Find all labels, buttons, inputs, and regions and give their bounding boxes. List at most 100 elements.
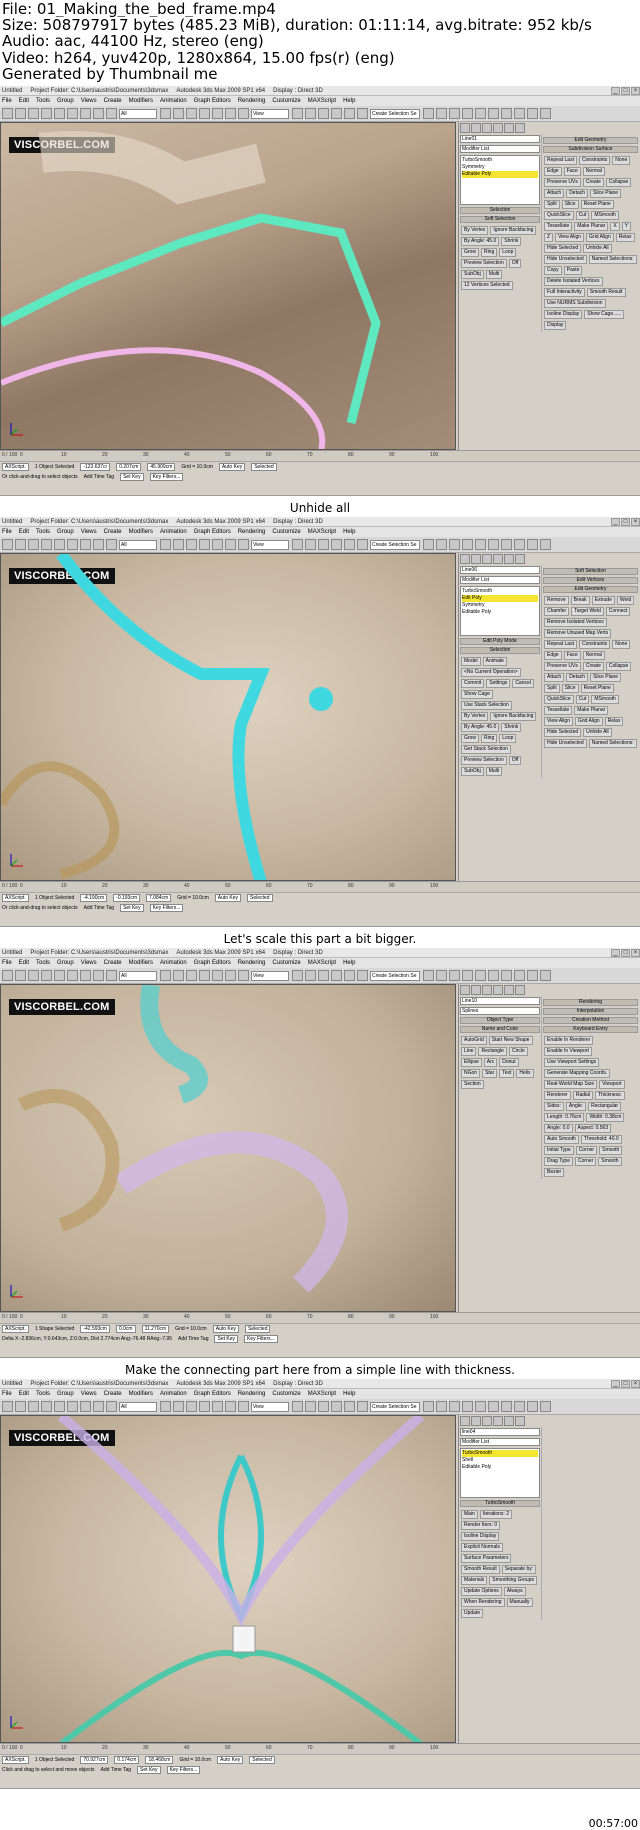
panel-control[interactable]: Ignore Backfacing xyxy=(490,226,537,235)
menu-item[interactable]: MAXScript xyxy=(308,96,336,106)
panel-control[interactable]: Reset Plane xyxy=(580,684,614,693)
panel-control[interactable]: Make Planar xyxy=(574,222,609,231)
toolbar-button-icon[interactable] xyxy=(54,1401,65,1412)
toolbar-button-icon[interactable] xyxy=(501,539,512,550)
panel-control[interactable]: Collapse xyxy=(605,178,632,187)
panel-control[interactable]: Create xyxy=(582,178,604,187)
panel-control[interactable]: Slice Plane xyxy=(590,673,622,682)
toolbar-button-icon[interactable] xyxy=(527,970,538,981)
key-filters-button[interactable]: Key Filters... xyxy=(244,1335,278,1343)
panel-control[interactable]: Slice xyxy=(561,684,579,693)
auto-key-button[interactable]: Auto Key xyxy=(214,894,242,902)
modify-tab-icon[interactable] xyxy=(471,1416,481,1426)
toolbar-button-icon[interactable] xyxy=(357,970,368,981)
motion-tab-icon[interactable] xyxy=(493,554,503,564)
toolbar-button-icon[interactable] xyxy=(160,970,171,981)
panel-control[interactable]: Slice xyxy=(561,200,579,209)
select-filter-dropdown[interactable]: All xyxy=(119,108,157,119)
toolbar-button-icon[interactable] xyxy=(318,970,329,981)
panel-control[interactable]: Update Options xyxy=(461,1587,502,1596)
panel-control[interactable]: Threshold: 40.0 xyxy=(580,1135,622,1144)
motion-tab-icon[interactable] xyxy=(493,1416,503,1426)
toolbar-button-icon[interactable] xyxy=(423,108,434,119)
toolbar-button-icon[interactable] xyxy=(186,1401,197,1412)
create-tab-icon[interactable] xyxy=(460,123,470,133)
hierarchy-tab-icon[interactable] xyxy=(482,985,492,995)
panel-control[interactable]: Delete Isolated Vertices xyxy=(544,277,603,286)
panel-control[interactable]: Display xyxy=(544,321,567,330)
panel-control[interactable]: Rectangle xyxy=(478,1047,507,1056)
toolbar-button-icon[interactable] xyxy=(80,970,91,981)
hierarchy-tab-icon[interactable] xyxy=(482,123,492,133)
create-tab-icon[interactable] xyxy=(460,985,470,995)
rollout-header[interactable]: Edit Geometry xyxy=(543,586,638,593)
toolbar-button-icon[interactable] xyxy=(28,108,39,119)
panel-control[interactable]: MSmooth xyxy=(591,695,619,704)
toolbar-button-icon[interactable] xyxy=(318,1401,329,1412)
panel-control[interactable]: Smoothing Groups xyxy=(489,1576,537,1585)
toolbar-button-icon[interactable] xyxy=(41,108,52,119)
toolbar-button-icon[interactable] xyxy=(540,539,551,550)
toolbar-button-icon[interactable] xyxy=(93,970,104,981)
panel-control[interactable]: Hide Unselected xyxy=(544,255,587,264)
panel-control[interactable]: Named Selections: xyxy=(588,739,637,748)
toolbar-button-icon[interactable] xyxy=(2,1401,13,1412)
panel-control[interactable]: Corner xyxy=(574,1157,597,1166)
toolbar-button-icon[interactable] xyxy=(93,1401,104,1412)
panel-control[interactable]: Start New Shape xyxy=(488,1036,533,1045)
rollout-header[interactable]: Soft Selection xyxy=(460,216,540,223)
panel-control[interactable]: Ring xyxy=(480,248,498,257)
panel-control[interactable]: QuickSlice xyxy=(544,211,574,220)
panel-control[interactable]: Auto Smooth xyxy=(544,1135,579,1144)
toolbar-button-icon[interactable] xyxy=(423,539,434,550)
toolbar-button-icon[interactable] xyxy=(238,108,249,119)
toolbar-button-icon[interactable] xyxy=(462,108,473,119)
panel-control[interactable]: Viewport xyxy=(599,1080,625,1089)
panel-control[interactable]: Thickness: xyxy=(595,1091,625,1100)
panel-control[interactable]: Collapse xyxy=(605,662,632,671)
menu-item[interactable]: Create xyxy=(104,527,122,537)
toolbar-button-icon[interactable] xyxy=(41,539,52,550)
panel-control[interactable]: <No Current Operation> xyxy=(461,668,521,677)
panel-control[interactable]: Make Planar xyxy=(574,706,609,715)
panel-control[interactable]: Show Cage...... xyxy=(584,310,625,319)
toolbar-button-icon[interactable] xyxy=(2,108,13,119)
modifier-stack-item[interactable]: Shell xyxy=(462,1457,538,1464)
panel-control[interactable]: View Align xyxy=(555,233,585,242)
panel-control[interactable]: Isoline Display xyxy=(461,1532,500,1541)
object-name-field[interactable]: Line06 xyxy=(460,566,540,574)
coord-x-field[interactable]: -4.190cm xyxy=(80,894,108,902)
menu-item[interactable]: Customize xyxy=(272,1389,300,1399)
toolbar-button-icon[interactable] xyxy=(173,1401,184,1412)
selected-dropdown[interactable]: Selected xyxy=(249,1756,275,1764)
panel-control[interactable]: Multi xyxy=(485,767,503,776)
menu-item[interactable]: MAXScript xyxy=(308,1389,336,1399)
panel-control[interactable]: Settings xyxy=(486,679,511,688)
panel-control[interactable]: Initial Type xyxy=(544,1146,574,1155)
toolbar-button-icon[interactable] xyxy=(305,539,316,550)
close-icon[interactable]: × xyxy=(631,86,640,95)
add-time-tag[interactable]: Add Time Tag xyxy=(101,1767,131,1773)
panel-control[interactable]: Detach xyxy=(566,189,589,198)
toolbar-button-icon[interactable] xyxy=(475,539,486,550)
panel-control[interactable]: Enable In Viewport xyxy=(544,1047,592,1056)
panel-control[interactable]: Tessellate xyxy=(544,706,573,715)
panel-control[interactable]: Preserve UVs xyxy=(544,178,581,187)
toolbar-button-icon[interactable] xyxy=(199,1401,210,1412)
toolbar-button-icon[interactable] xyxy=(540,108,551,119)
panel-control[interactable]: Section xyxy=(461,1080,484,1089)
select-filter-dropdown[interactable]: All xyxy=(119,539,157,550)
toolbar-button-icon[interactable] xyxy=(54,970,65,981)
rollout-header[interactable]: Subdivision Surface xyxy=(543,146,638,153)
menu-item[interactable]: Edit xyxy=(19,1389,29,1399)
toolbar-button-icon[interactable] xyxy=(186,970,197,981)
panel-control[interactable]: Corner xyxy=(575,1146,598,1155)
hierarchy-tab-icon[interactable] xyxy=(482,1416,492,1426)
panel-control[interactable]: Hide Unselected xyxy=(544,739,587,748)
rollout-header[interactable]: Name and Color xyxy=(460,1026,540,1033)
menu-item[interactable]: File xyxy=(2,527,12,537)
toolbar-button-icon[interactable] xyxy=(449,539,460,550)
selected-dropdown[interactable]: Selected xyxy=(251,463,277,471)
toolbar-button-icon[interactable] xyxy=(501,1401,512,1412)
timeline[interactable]: 0 / 100 0 10 20 30 40 50 60 70 80 90 100 xyxy=(0,451,640,462)
